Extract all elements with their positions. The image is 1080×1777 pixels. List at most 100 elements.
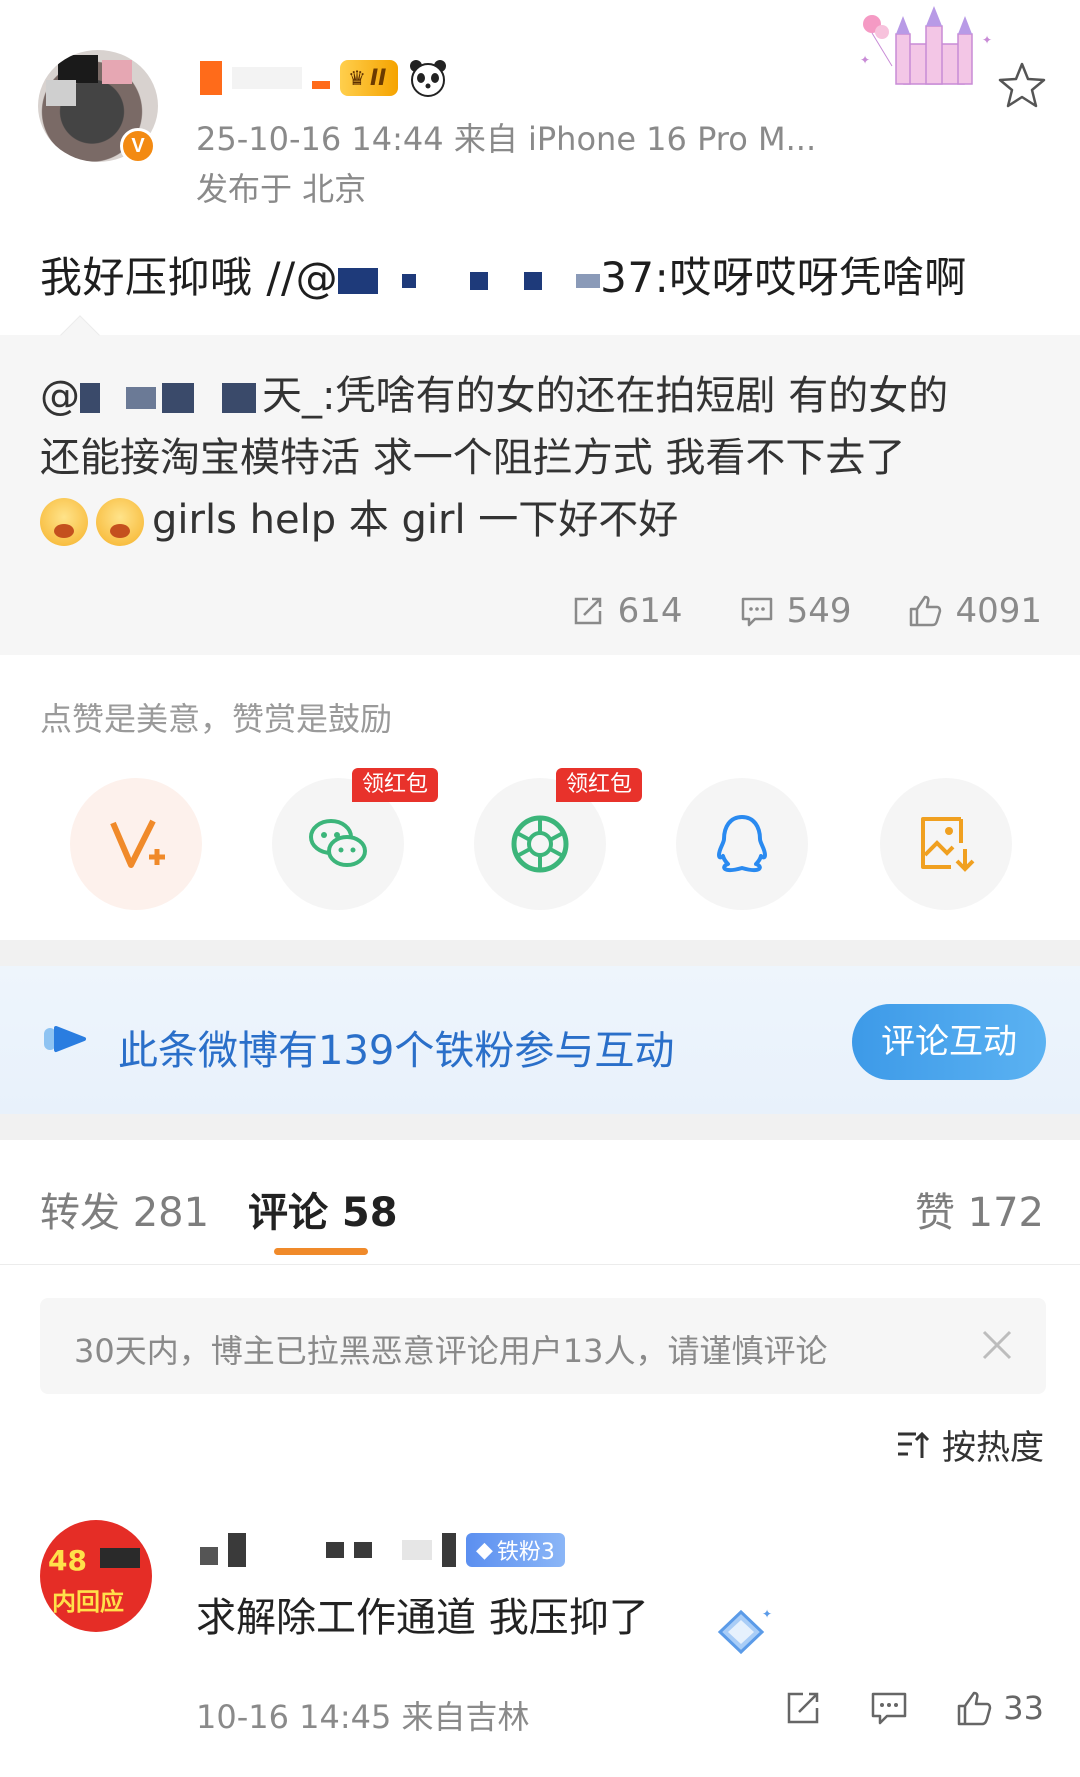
svg-text:✦: ✦ — [860, 53, 870, 67]
quoted-line3: girls help 本 girl 一下好不好 — [152, 497, 679, 543]
avatar-blur — [100, 1548, 140, 1568]
moments-icon — [511, 815, 569, 873]
thumbs-up-icon — [958, 1691, 992, 1726]
comment-count: 549 — [786, 591, 852, 631]
comment-like-button[interactable]: 33 — [955, 1688, 1044, 1728]
v-plus-icon — [110, 819, 165, 868]
name-blur — [326, 1542, 344, 1558]
comment-reply-button[interactable] — [869, 1688, 909, 1728]
mention-blur — [126, 387, 156, 409]
like-count: 4091 — [955, 591, 1042, 631]
repost-icon — [574, 597, 601, 625]
name-blur — [442, 1533, 456, 1567]
fan-interaction-banner: 此条微博有139个铁粉参与互动 评论互动 — [0, 966, 1080, 1114]
name-blur — [312, 81, 330, 89]
mention-blur — [524, 271, 543, 290]
like-count-button[interactable]: 4091 — [907, 591, 1042, 631]
block-notice: 30天内，博主已拉黑恶意评论用户13人，请谨慎评论 — [40, 1298, 1046, 1394]
repost-icon — [788, 1692, 819, 1724]
quoted-at-sign: @ — [40, 373, 80, 419]
panda-icon[interactable] — [408, 58, 448, 98]
comment-repost-button[interactable] — [783, 1688, 823, 1728]
tab-bar: 转发 281 评论 58 赞 172 — [0, 1140, 1080, 1265]
diamond-icon: ◆ — [476, 1537, 493, 1563]
avatar-text: 内回应 — [52, 1588, 124, 1616]
avatar-blur — [58, 55, 98, 83]
favorite-star-icon[interactable] — [996, 60, 1048, 112]
post-text: 我好压抑哦 //@ 37:哎呀哎呀凭啥啊 — [40, 244, 967, 305]
post-text-prefix: 我好压抑哦 //@ — [40, 253, 339, 302]
name-blur — [354, 1542, 372, 1558]
svg-text:✦: ✦ — [762, 1607, 772, 1621]
vip-level-badge[interactable]: ♛ II — [340, 60, 399, 96]
quoted-name-tail: 天_ — [262, 373, 322, 419]
verified-badge-icon: V — [120, 128, 156, 164]
author-name[interactable]: ♛ II — [200, 56, 448, 100]
pleading-face-emoji-icon — [96, 498, 144, 546]
comment-interact-button[interactable]: 评论互动 — [852, 1004, 1046, 1080]
name-blur — [232, 67, 302, 89]
qq-icon — [717, 815, 767, 873]
fan-banner-text: 此条微博有139个铁粉参与互动 — [118, 1028, 675, 1074]
reward-tip: 点赞是美意，赞赏是鼓励 — [40, 700, 393, 738]
fan-level-badge[interactable]: ◆ 铁粉3 — [466, 1533, 565, 1567]
diamond-bubble-decoration-icon: ✦ — [717, 1607, 772, 1655]
mention-blur — [338, 267, 379, 294]
sort-by-hot-button[interactable]: 按热度 — [894, 1420, 1044, 1469]
name-blur — [228, 1533, 246, 1567]
share-qq-button[interactable] — [676, 778, 808, 910]
post-header: V ♛ II 25-10-16 14:44 来自 iPhone 16 Pro M… — [0, 0, 1080, 335]
repost-count: 614 — [617, 591, 683, 631]
hongbao-tag[interactable]: 领红包 — [556, 768, 643, 802]
mention-blur — [80, 383, 100, 413]
comment-actions: 33 — [783, 1688, 1044, 1728]
tab-repost[interactable]: 转发 281 — [40, 1180, 209, 1238]
comment-meta: 10-16 14:45 来自吉林 — [196, 1698, 530, 1736]
hongbao-tag[interactable]: 领红包 — [352, 768, 439, 802]
name-blur — [200, 1547, 218, 1565]
avatar-blur — [102, 60, 132, 84]
bottom-bar — [0, 1770, 1080, 1777]
mention-blur — [402, 273, 417, 288]
close-icon[interactable] — [978, 1326, 1016, 1364]
sort-label: 按热度 — [942, 1428, 1044, 1468]
sort-icon — [898, 1431, 930, 1458]
mention-blur — [162, 383, 194, 413]
save-image-icon — [921, 817, 975, 872]
quoted-line1: :凭啥有的女的还在拍短剧 有的女的 — [322, 373, 949, 419]
name-blur — [200, 61, 222, 95]
comment-like-count: 33 — [1003, 1689, 1044, 1727]
fan-badge-text: 铁粉3 — [496, 1540, 555, 1565]
mention-blur — [470, 271, 489, 290]
share-v-plus-button[interactable] — [70, 778, 202, 910]
quoted-post-text: @ 天_:凭啥有的女的还在拍短剧 有的女的 还能接淘宝模特活 求一个阻拦方式 我看… — [40, 365, 1050, 551]
quoted-post-stats: 614 549 4091 — [570, 591, 1042, 631]
section-separator — [0, 1114, 1080, 1140]
share-row: 领红包 领红包 — [0, 768, 1080, 910]
repost-count-button[interactable]: 614 — [570, 591, 683, 631]
comment-icon — [872, 1692, 907, 1725]
comment-text: 求解除工作通道 我压抑了 — [196, 1595, 649, 1641]
block-notice-text: 30天内，博主已拉黑恶意评论用户13人，请谨慎评论 — [74, 1332, 828, 1370]
comment-icon — [741, 597, 772, 627]
save-image-button[interactable] — [880, 778, 1012, 910]
tab-active-indicator — [274, 1248, 368, 1255]
post-text-suffix: 37:哎呀哎呀凭啥啊 — [600, 253, 967, 302]
commenter-name[interactable]: ◆ 铁粉3 — [200, 1530, 565, 1570]
name-blur — [402, 1540, 432, 1560]
section-separator — [0, 940, 1080, 966]
pleading-face-emoji-icon — [40, 498, 88, 546]
avatar-text: 48 — [48, 1544, 87, 1577]
quoted-line2: 还能接淘宝模特活 求一个阻拦方式 我看不下去了 — [40, 435, 906, 481]
commenter-avatar[interactable]: 48 内回应 — [40, 1520, 152, 1632]
mention-blur — [222, 383, 256, 413]
post-location: 发布于 北京 — [196, 170, 367, 208]
tab-like[interactable]: 赞 172 — [915, 1180, 1044, 1238]
wechat-icon — [309, 819, 367, 867]
comment-count-button[interactable]: 549 — [739, 591, 852, 631]
svg-text:✦: ✦ — [982, 33, 992, 47]
play-arrow-icon — [44, 1026, 86, 1052]
tab-comment[interactable]: 评论 58 — [248, 1180, 398, 1238]
post-time-source: 25-10-16 14:44 来自 iPhone 16 Pro M... — [196, 120, 817, 158]
quoted-post[interactable]: @ 天_:凭啥有的女的还在拍短剧 有的女的 还能接淘宝模特活 求一个阻拦方式 我看… — [0, 335, 1080, 655]
